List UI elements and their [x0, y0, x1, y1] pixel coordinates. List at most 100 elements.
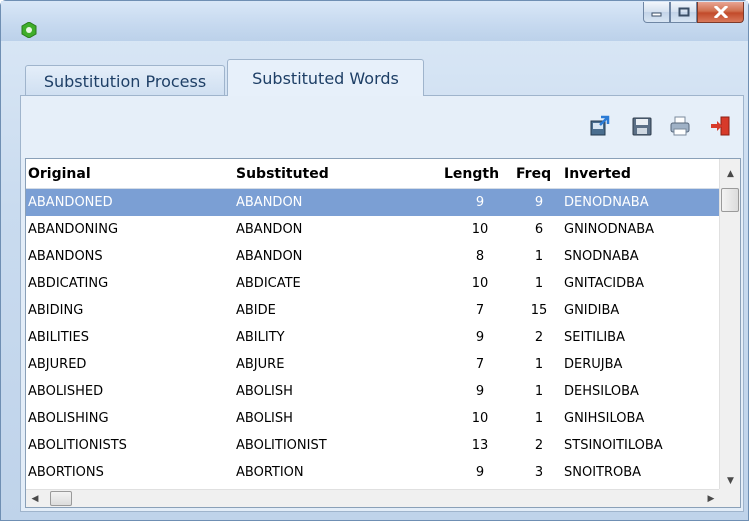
table-row[interactable]: ABANDONED ABANDON 9 9 DENODNABA — [26, 189, 720, 216]
scroll-down-icon[interactable]: ▼ — [720, 472, 741, 490]
cell-substituted: ABANDON — [236, 249, 303, 264]
cell-freq: 1 — [534, 276, 544, 291]
cell-original: ABILITIES — [28, 330, 89, 345]
cell-original: ABIDING — [28, 303, 84, 318]
cell-substituted: ABOLISH — [236, 384, 293, 399]
table-row[interactable]: ABDICATING ABDICATE 10 1 GNITACIDBA — [26, 270, 720, 297]
toolbar — [21, 96, 743, 158]
cell-freq: 1 — [534, 357, 544, 372]
cell-freq: 2 — [534, 438, 544, 453]
cell-length: 10 — [471, 222, 489, 237]
table-row[interactable]: ABANDONING ABANDON 10 6 GNINODNABA — [26, 216, 720, 243]
print-icon[interactable] — [669, 115, 691, 137]
column-header-original[interactable]: Original — [28, 159, 91, 189]
cell-length: 7 — [475, 357, 485, 372]
cell-substituted: ABIDE — [236, 303, 276, 318]
vertical-scroll-thumb[interactable] — [721, 188, 739, 212]
cell-substituted: ABJURE — [236, 357, 285, 372]
grid-rows: ABANDONED ABANDON 9 9 DENODNABA ABANDONI… — [26, 189, 720, 486]
window-controls — [643, 2, 744, 24]
cell-inverted: SEITILIBA — [564, 330, 625, 345]
tab-substituted-words[interactable]: Substituted Words — [227, 59, 424, 96]
table-row[interactable]: ABILITIES ABILITY 9 2 SEITILIBA — [26, 324, 720, 351]
title-bar[interactable] — [1, 1, 748, 41]
cell-freq: 1 — [534, 384, 544, 399]
table-row[interactable]: ABOLISHED ABOLISH 9 1 DEHSILOBA — [26, 378, 720, 405]
scroll-up-icon[interactable]: ▲ — [720, 165, 741, 183]
cell-inverted: SNODNABA — [564, 249, 639, 264]
cell-substituted: ABANDON — [236, 222, 303, 237]
minimize-icon — [651, 12, 661, 17]
app-window: Substitution Process Substituted Words O… — [0, 0, 749, 521]
cell-inverted: DEHSILOBA — [564, 384, 639, 399]
cell-inverted: GNINODNABA — [564, 222, 655, 237]
scrollbar-corner — [719, 489, 740, 507]
vertical-scrollbar[interactable]: ▲ ▼ — [719, 159, 740, 490]
cell-substituted: ABANDON — [236, 195, 303, 210]
cell-inverted: STSINOITILOBA — [564, 438, 663, 453]
cell-original: ABOLITIONISTS — [28, 438, 127, 453]
app-icon — [21, 22, 37, 38]
cell-length: 13 — [471, 438, 489, 453]
scroll-right-icon[interactable]: ▶ — [702, 490, 720, 508]
cell-freq: 1 — [534, 249, 544, 264]
minimize-button[interactable] — [643, 2, 670, 23]
column-header-inverted[interactable]: Inverted — [564, 159, 631, 189]
cell-inverted: DERUJBA — [564, 357, 623, 372]
tab-panel: Original Substituted Length Freq Inverte… — [20, 95, 744, 512]
table-row[interactable]: ABIDING ABIDE 7 15 GNIDIBA — [26, 297, 720, 324]
scroll-left-icon[interactable]: ◀ — [26, 490, 44, 508]
exit-icon[interactable] — [709, 115, 731, 137]
cell-original: ABORTIONS — [28, 465, 104, 480]
cell-substituted: ABOLISH — [236, 411, 293, 426]
table-row[interactable]: ABORTIONS ABORTION 9 3 SNOITROBA — [26, 459, 720, 486]
cell-freq: 2 — [534, 330, 544, 345]
grid-header: Original Substituted Length Freq Inverte… — [26, 159, 720, 189]
cell-length: 9 — [475, 330, 485, 345]
cell-length: 8 — [475, 249, 485, 264]
table-row[interactable]: ABOLITIONISTS ABOLITIONIST 13 2 STSINOIT… — [26, 432, 720, 459]
cell-freq: 6 — [534, 222, 544, 237]
cell-original: ABDICATING — [28, 276, 109, 291]
cell-original: ABANDONS — [28, 249, 103, 264]
table-row[interactable]: ABANDONS ABANDON 8 1 SNODNABA — [26, 243, 720, 270]
close-button[interactable] — [697, 2, 744, 23]
cell-substituted: ABILITY — [236, 330, 285, 345]
cell-substituted: ABORTION — [236, 465, 304, 480]
save-icon[interactable] — [631, 115, 653, 137]
cell-inverted: GNITACIDBA — [564, 276, 644, 291]
column-header-length[interactable]: Length — [444, 159, 499, 189]
cell-length: 9 — [475, 465, 485, 480]
cell-freq: 3 — [534, 465, 544, 480]
horizontal-scrollbar[interactable]: ◀ ▶ — [26, 489, 720, 507]
cell-freq: 9 — [534, 195, 544, 210]
cell-original: ABOLISHING — [28, 411, 109, 426]
cell-inverted: DENODNABA — [564, 195, 649, 210]
cell-freq: 15 — [530, 303, 548, 318]
cell-inverted: SNOITROBA — [564, 465, 642, 480]
cell-original: ABJURED — [28, 357, 87, 372]
horizontal-scroll-thumb[interactable] — [50, 491, 72, 506]
words-grid: Original Substituted Length Freq Inverte… — [25, 158, 741, 508]
cell-length: 10 — [471, 276, 489, 291]
cell-original: ABOLISHED — [28, 384, 104, 399]
cell-length: 10 — [471, 411, 489, 426]
maximize-icon — [678, 7, 689, 17]
table-row[interactable]: ABOLISHING ABOLISH 10 1 GNIHSILOBA — [26, 405, 720, 432]
close-icon — [713, 6, 728, 18]
cell-length: 9 — [475, 195, 485, 210]
column-header-substituted[interactable]: Substituted — [236, 159, 329, 189]
tab-substitution-process[interactable]: Substitution Process — [25, 65, 225, 96]
import-icon[interactable] — [589, 115, 611, 137]
table-row[interactable]: ABJURED ABJURE 7 1 DERUJBA — [26, 351, 720, 378]
cell-substituted: ABDICATE — [236, 276, 301, 291]
cell-original: ABANDONED — [28, 195, 113, 210]
cell-original: ABANDONING — [28, 222, 119, 237]
maximize-button[interactable] — [670, 2, 697, 23]
cell-inverted: GNIDIBA — [564, 303, 620, 318]
column-header-freq[interactable]: Freq — [516, 159, 551, 189]
cell-length: 7 — [475, 303, 485, 318]
cell-inverted: GNIHSILOBA — [564, 411, 645, 426]
cell-freq: 1 — [534, 411, 544, 426]
cell-length: 9 — [475, 384, 485, 399]
